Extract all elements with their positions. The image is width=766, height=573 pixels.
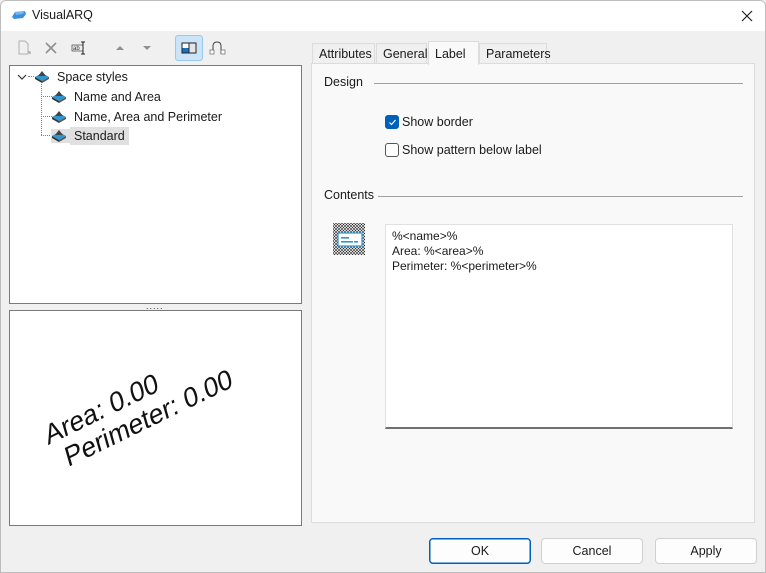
tree-item-label: Standard [70,126,129,145]
tab-general[interactable]: General [376,43,427,64]
content-line: %<name>% [392,229,458,243]
show-pattern-label: Show pattern below label [402,143,542,157]
cancel-button[interactable]: Cancel [541,538,643,564]
arrow-up-icon [116,46,124,50]
toggle-preview-button[interactable] [175,35,203,61]
title-bar: VisualARQ [1,1,765,31]
preview-panel-icon [181,42,197,54]
label-tab-panel: Design Show border Show pattern below la… [311,63,755,523]
contents-divider [378,196,743,197]
delete-style-button[interactable] [38,36,64,60]
content-line: Area: %<area>% [392,244,484,258]
space-style-icon [35,70,49,83]
arrow-down-icon [143,46,151,50]
style-toolbar: ab [9,34,304,62]
rename-style-button[interactable]: ab [67,36,93,60]
visualarq-logo-icon [12,11,26,19]
apply-button[interactable]: Apply [655,538,757,564]
hierarchy-icon [209,41,226,55]
new-document-icon [18,40,31,55]
ok-button[interactable]: OK [429,538,531,564]
tree-item-label: Name, Area and Perimeter [74,109,222,124]
space-style-icon [51,128,70,143]
visualarq-dialog: VisualARQ ab Space styles Name and Area … [0,0,766,573]
design-divider [374,83,743,84]
design-group-title: Design [324,75,363,89]
move-down-button[interactable] [134,36,160,60]
space-style-icon [52,90,66,103]
rename-icon: ab [71,41,85,55]
show-border-checkbox[interactable]: Show border [385,115,473,129]
label-preview: Area: 0.00 Perimeter: 0.00 [9,310,302,526]
show-border-label: Show border [402,115,473,129]
move-up-button[interactable] [107,36,133,60]
close-button[interactable] [735,4,759,28]
hierarchy-button[interactable] [205,36,231,60]
label-contents-textarea[interactable]: %<name>% Area: %<area>% Perimeter: %<per… [385,224,733,429]
panel-splitter[interactable]: ..... [146,302,164,311]
checkbox-unchecked[interactable] [385,143,399,157]
tree-item-standard[interactable]: Standard [51,126,129,145]
delete-x-icon [45,42,57,54]
space-style-icon [52,110,66,123]
svg-text:ab: ab [73,46,80,52]
close-icon [741,10,753,22]
tree-item-name-area-perimeter[interactable]: Name, Area and Perimeter [51,107,226,126]
tree-root-space-styles[interactable]: Space styles [16,67,132,86]
tree-item-name-and-area[interactable]: Name and Area [51,87,165,106]
content-line: Perimeter: %<perimeter>% [392,259,537,273]
label-pattern-icon[interactable] [333,223,366,256]
tab-attributes[interactable]: Attributes [312,43,375,64]
check-icon [388,119,396,125]
window-title: VisualARQ [32,8,93,22]
tree-root-label: Space styles [57,69,128,84]
tab-parameters[interactable]: Parameters [479,43,551,64]
tab-label[interactable]: Label [428,41,479,65]
contents-group-title: Contents [324,188,375,202]
show-pattern-checkbox[interactable]: Show pattern below label [385,143,542,157]
checkbox-checked[interactable] [385,115,399,129]
tree-item-label: Name and Area [74,89,161,104]
new-style-button[interactable] [11,36,37,60]
space-styles-tree[interactable]: Space styles Name and Area Name, Area an… [9,65,302,304]
chevron-down-icon[interactable] [16,71,28,83]
